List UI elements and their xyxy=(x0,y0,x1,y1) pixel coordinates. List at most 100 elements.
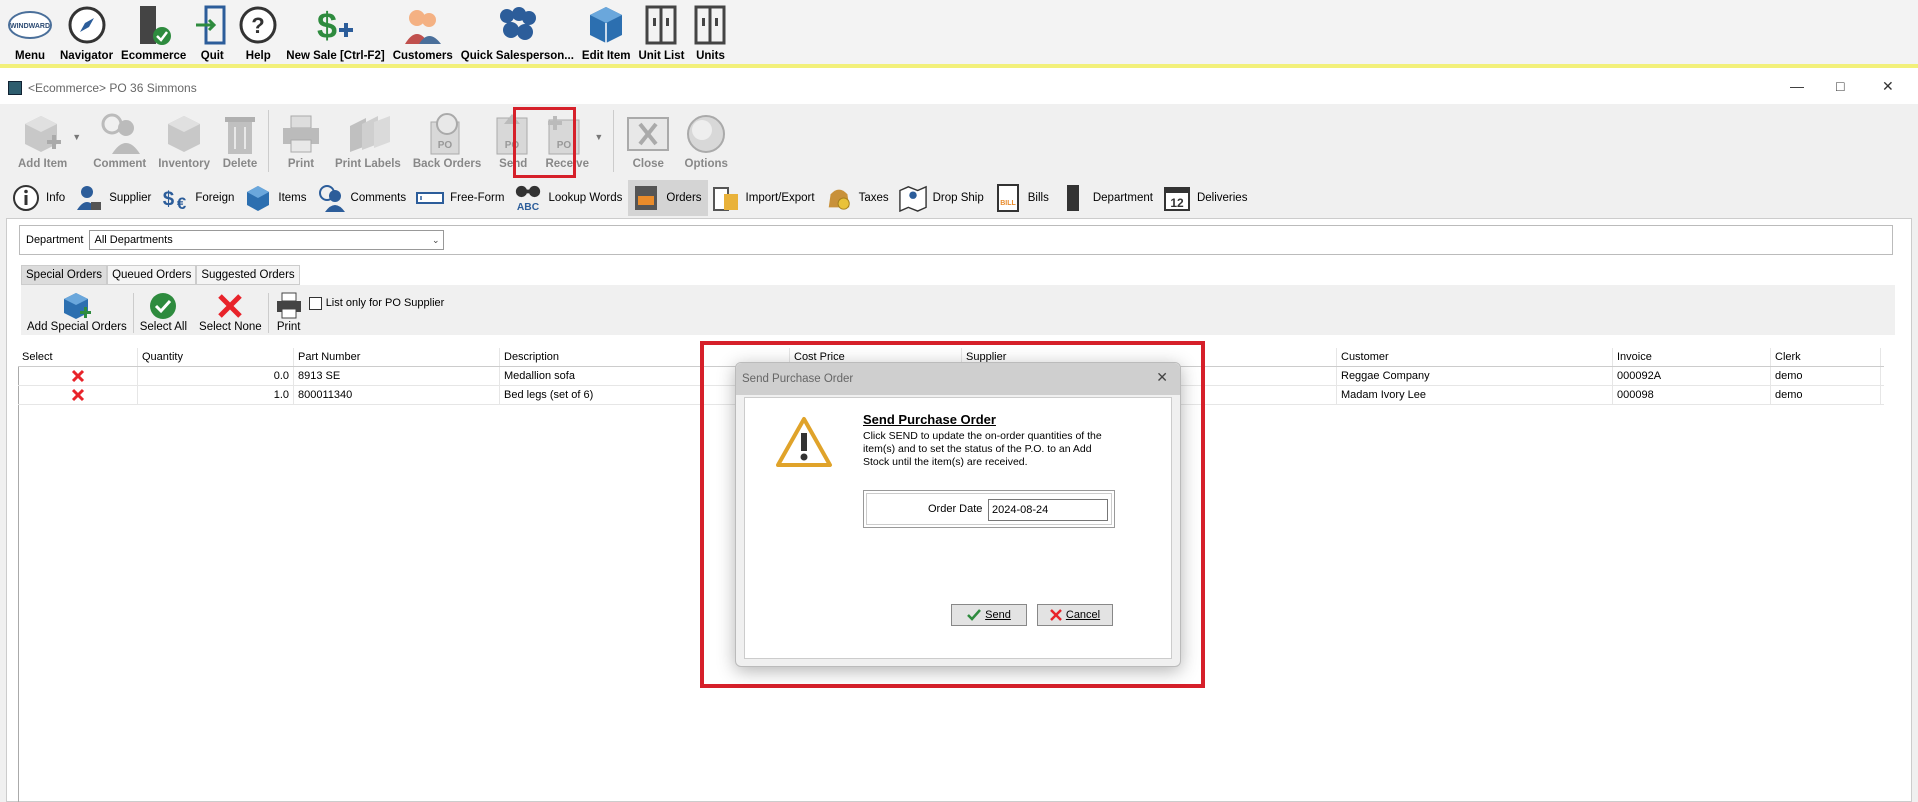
header-quantity[interactable]: Quantity xyxy=(138,348,294,366)
customers-button[interactable]: Customers xyxy=(389,0,457,64)
quick-salesperson-button[interactable]: Quick Salesperson... xyxy=(457,0,578,64)
tab-drop-ship-label: Drop Ship xyxy=(932,192,984,204)
quit-button[interactable]: Quit xyxy=(190,0,234,64)
department-select[interactable]: All Departments ⌄ xyxy=(89,230,445,250)
header-customer[interactable]: Customer xyxy=(1337,348,1613,366)
new-sale-button[interactable]: $ New Sale [Ctrl-F2] xyxy=(282,0,388,64)
add-box-icon xyxy=(62,291,92,321)
po-section-tabs: Info Supplier $ € Foreign Items Comments … xyxy=(8,180,1293,216)
help-button[interactable]: ? Help xyxy=(234,0,282,64)
list-only-checkbox[interactable] xyxy=(308,296,322,310)
tab-deliveries[interactable]: 12 Deliveries xyxy=(1159,180,1254,216)
receive-dropdown-icon[interactable]: ▼ xyxy=(594,132,603,142)
comment-button[interactable]: Comment xyxy=(87,104,152,178)
print-orders-button[interactable]: Print xyxy=(269,291,309,333)
menu-button[interactable]: WINDWARD Menu xyxy=(4,0,56,64)
ribbon-separator xyxy=(613,110,615,172)
clerk-cell: demo xyxy=(1771,386,1881,404)
select-x-icon[interactable] xyxy=(18,386,138,404)
tab-comments[interactable]: Comments xyxy=(313,180,413,216)
tab-suggested-orders[interactable]: Suggested Orders xyxy=(196,265,300,285)
tab-queued-orders[interactable]: Queued Orders xyxy=(107,265,197,285)
order-date-input[interactable] xyxy=(988,499,1108,521)
list-only-checkbox-row[interactable]: List only for PO Supplier xyxy=(308,287,445,333)
select-all-button[interactable]: Select All xyxy=(134,291,193,333)
currency-icon: $ € xyxy=(161,184,189,212)
help-label: Help xyxy=(245,50,271,62)
close-po-button[interactable]: Close xyxy=(618,104,678,178)
header-select[interactable]: Select xyxy=(18,348,138,366)
quantity-cell: 0.0 xyxy=(138,367,294,385)
svg-text:PO: PO xyxy=(438,140,453,151)
tab-import-export[interactable]: Import/Export xyxy=(708,180,821,216)
close-window-icon[interactable]: ✕ xyxy=(1882,78,1894,95)
dialog-body: Send Purchase Order Click SEND to update… xyxy=(744,397,1172,659)
inventory-icon xyxy=(162,110,206,158)
cancel-label: Cancel xyxy=(1065,609,1101,621)
supplier-icon xyxy=(75,184,103,212)
header-part-number[interactable]: Part Number xyxy=(294,348,500,366)
department-filter: Department All Departments ⌄ xyxy=(19,225,1893,255)
edit-item-button[interactable]: Edit Item xyxy=(578,0,635,64)
tab-foreign[interactable]: $ € Foreign xyxy=(157,180,240,216)
print-button[interactable]: Print xyxy=(273,104,329,178)
tab-items-label: Items xyxy=(278,192,307,204)
customer-cell: Madam Ivory Lee xyxy=(1337,386,1613,404)
close-icon[interactable]: ✕ xyxy=(1156,369,1168,386)
header-clerk[interactable]: Clerk xyxy=(1771,348,1881,366)
svg-text:€: € xyxy=(177,194,187,212)
tab-lookup-words[interactable]: ABC Lookup Words xyxy=(510,180,628,216)
list-only-label: List only for PO Supplier xyxy=(325,297,445,309)
back-orders-button[interactable]: PO Back Orders xyxy=(407,104,487,178)
units-button[interactable]: Units xyxy=(688,0,732,64)
compass-icon xyxy=(67,2,107,48)
dollar-plus-icon: $ xyxy=(313,2,357,48)
ecommerce-icon xyxy=(134,2,174,48)
customers-icon xyxy=(401,2,445,48)
send-po-dialog: Send Purchase Order ✕ Send Purchase Orde… xyxy=(735,362,1181,667)
header-invoice[interactable]: Invoice xyxy=(1613,348,1771,366)
add-item-dropdown-icon[interactable]: ▼ xyxy=(72,132,81,142)
tab-free-form[interactable]: Free-Form xyxy=(412,180,510,216)
svg-text:$: $ xyxy=(317,5,337,46)
tab-bills[interactable]: BILL Bills xyxy=(990,180,1055,216)
tab-taxes-label: Taxes xyxy=(858,192,889,204)
add-item-label: Add Item xyxy=(18,158,68,170)
delete-button[interactable]: Delete xyxy=(216,104,264,178)
select-x-icon[interactable] xyxy=(18,367,138,385)
tab-special-orders[interactable]: Special Orders xyxy=(21,265,108,285)
ecommerce-button[interactable]: Ecommerce xyxy=(117,0,190,64)
options-button[interactable]: Options xyxy=(678,104,734,178)
free-form-icon xyxy=(416,184,445,212)
tab-drop-ship[interactable]: Drop Ship xyxy=(895,180,990,216)
tab-taxes[interactable]: Taxes xyxy=(821,180,895,216)
inventory-button[interactable]: Inventory xyxy=(152,104,216,178)
menu-label: Menu xyxy=(14,50,46,62)
tab-bills-label: Bills xyxy=(1027,192,1049,204)
tab-orders[interactable]: Orders xyxy=(628,180,708,216)
navigator-button[interactable]: Navigator xyxy=(56,0,117,64)
map-pin-icon xyxy=(898,184,927,212)
unit-list-button[interactable]: Unit List xyxy=(634,0,688,64)
printer-icon xyxy=(275,291,303,321)
add-item-button[interactable]: Add Item ▼ xyxy=(12,104,81,178)
quantity-cell: 1.0 xyxy=(138,386,294,404)
print-label: Print xyxy=(287,158,315,170)
tab-info[interactable]: Info xyxy=(8,180,71,216)
tab-supplier[interactable]: Supplier xyxy=(71,180,157,216)
tab-department[interactable]: Department xyxy=(1055,180,1159,216)
unit-list-label: Unit List xyxy=(638,50,685,62)
orders-toolbar: Add Special Orders Select All Select Non… xyxy=(21,285,1895,335)
minimize-icon[interactable]: — xyxy=(1790,78,1804,94)
add-special-orders-button[interactable]: Add Special Orders xyxy=(21,291,133,333)
tab-items[interactable]: Items xyxy=(240,180,312,216)
tab-import-export-label: Import/Export xyxy=(745,192,815,204)
order-date-group: Order Date xyxy=(863,490,1115,528)
print-labels-button[interactable]: Print Labels xyxy=(329,104,407,178)
maximize-icon[interactable]: □ xyxy=(1836,78,1844,94)
select-none-button[interactable]: Select None xyxy=(193,291,268,333)
tab-free-form-label: Free-Form xyxy=(450,192,505,204)
part-number-cell: 8913 SE xyxy=(294,367,500,385)
cancel-button[interactable]: Cancel xyxy=(1037,604,1113,626)
send-dialog-button[interactable]: Send xyxy=(951,604,1027,626)
